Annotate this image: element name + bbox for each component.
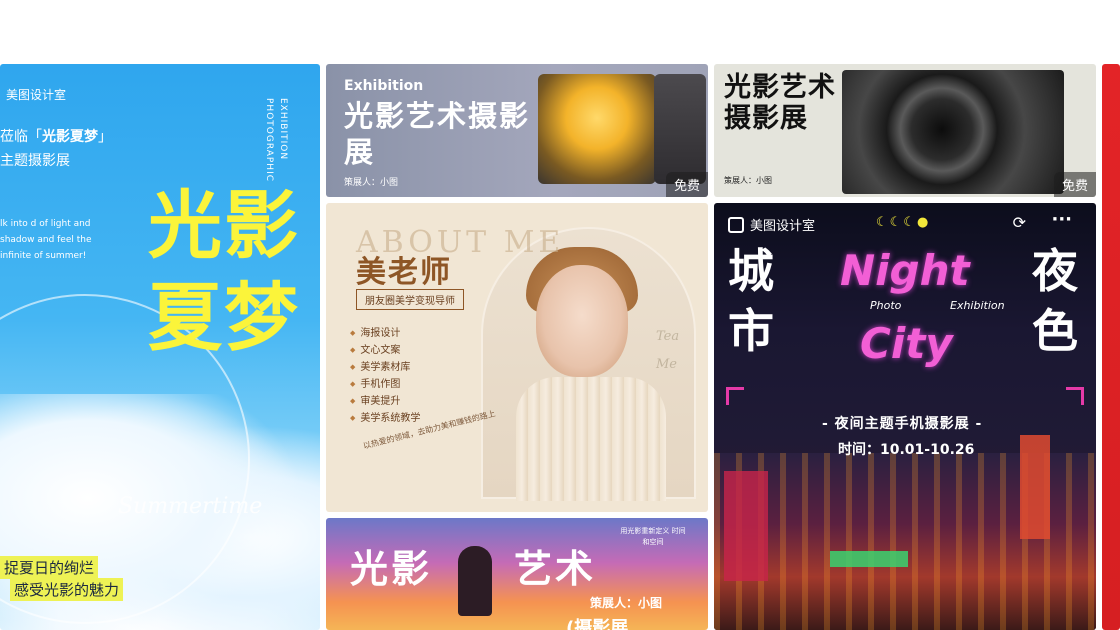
free-badge: 免费 xyxy=(665,172,708,197)
neon-sign xyxy=(724,471,768,581)
bracket-decoration xyxy=(726,387,744,405)
brand-label: 美图设计室 xyxy=(750,219,816,234)
card-curator: 策展人：小图 xyxy=(344,178,399,188)
theme-text: - 夜间主题手机摄影展 - xyxy=(822,416,983,432)
script-text: Summertime xyxy=(118,494,263,519)
camera-image xyxy=(842,70,1064,194)
template-card-light-art[interactable]: 光影 艺术 用光影重新定义 时间和空间 策展人：小图 (摄影展 xyxy=(326,518,708,630)
template-card-exhibition[interactable]: Exhibition 光影艺术摄影展 策展人：小图 免费 xyxy=(326,64,708,197)
subtitle-post: 」 xyxy=(98,129,112,145)
list-item: 美学素材库 xyxy=(350,359,420,376)
neon-city: City xyxy=(860,319,953,368)
moon-icons: ☾☾☾● xyxy=(876,215,931,230)
refresh-icon[interactable]: ⟳ xyxy=(1013,213,1026,232)
vertical-label-2: PHOTOGRAPHIC xyxy=(264,98,274,183)
dark-panel-image xyxy=(654,74,706,184)
portrait-sweater xyxy=(516,377,666,501)
template-card-summer[interactable]: 美图设计室 莅临「光影夏梦」 主题摄影展 EXHIBITION PHOTOGRA… xyxy=(0,64,320,630)
top-bar xyxy=(0,0,1120,64)
subtitle-pre: 莅临「 xyxy=(0,129,42,145)
list-item: 美学系统教学 xyxy=(350,410,420,427)
list-item: 审美提升 xyxy=(350,393,420,410)
date-text: 时间：10.01-10.26 xyxy=(838,442,975,458)
neon-sign xyxy=(1020,435,1050,539)
card-tag: Exhibition xyxy=(344,78,424,94)
card-big-title: 光影夏梦 xyxy=(148,183,300,361)
template-card-partial[interactable] xyxy=(1102,64,1120,630)
card-brand: 美图设计室 xyxy=(728,215,815,234)
neon-sign xyxy=(830,551,908,567)
title-left: 城市 xyxy=(728,244,774,358)
photo-label: Photo xyxy=(870,299,902,312)
list-item: 手机作图 xyxy=(350,376,420,393)
subtitle-bold: 光影夏梦 xyxy=(42,129,98,145)
free-badge: 免费 xyxy=(1053,172,1096,197)
card-subtitle: 莅临「光影夏梦」 xyxy=(0,126,112,146)
card-subtitle-2: 主题摄影展 xyxy=(0,153,70,169)
neon-night: Night xyxy=(840,246,970,295)
teacher-subtitle: 朋友圈美学变现导师 xyxy=(356,289,464,310)
list-item: 文心文案 xyxy=(350,342,420,359)
card-curator: 策展人：小图 xyxy=(724,176,772,185)
card-title: 光影艺术摄影展 xyxy=(724,72,836,134)
vertical-label: EXHIBITION xyxy=(278,98,288,161)
bracket-decoration xyxy=(1066,387,1084,405)
card-title-left: 光影 xyxy=(350,547,433,591)
silhouette-figure xyxy=(458,546,492,616)
template-card-teacher[interactable]: ABOUT ME 美老师 朋友圈美学变现导师 海报设计 文心文案 美学素材库 手… xyxy=(326,203,708,512)
card-brand: 美图设计室 xyxy=(6,88,67,102)
english-text: lk into d of light and shadow and feel t… xyxy=(0,219,92,261)
card-title: 光影艺术摄影展 xyxy=(344,99,531,169)
list-item: 海报设计 xyxy=(350,325,420,342)
exhibition-label: Exhibition xyxy=(950,299,1005,312)
grid-logo-icon xyxy=(728,216,744,233)
title-right: 夜色 xyxy=(1032,244,1078,358)
highlight-text-2: 感受光影的魅力 xyxy=(10,578,124,601)
template-card-night-city[interactable]: 美图设计室 ☾☾☾● ⟳ ··· 城市 夜色 Night Photo Exhib… xyxy=(714,203,1096,630)
highlight-text-1: 捉夏日的绚烂 xyxy=(0,556,99,579)
teacher-name: 美老师 xyxy=(356,255,452,290)
light-art-image xyxy=(538,74,656,184)
more-icon[interactable]: ··· xyxy=(1051,209,1072,230)
script-text: Tea Me xyxy=(656,329,680,372)
card-note: 用光影重新定义 时间和空间 xyxy=(620,527,686,546)
portrait-face xyxy=(536,265,628,377)
skill-list: 海报设计 文心文案 美学素材库 手机作图 审美提升 美学系统教学 xyxy=(350,325,420,427)
card-bottom-title: (摄影展 xyxy=(566,618,629,630)
template-card-camera[interactable]: 光影艺术摄影展 策展人：小图 免费 xyxy=(714,64,1096,197)
card-title-right: 艺术 xyxy=(514,547,597,591)
card-curator: 策展人：小图 xyxy=(590,596,663,610)
